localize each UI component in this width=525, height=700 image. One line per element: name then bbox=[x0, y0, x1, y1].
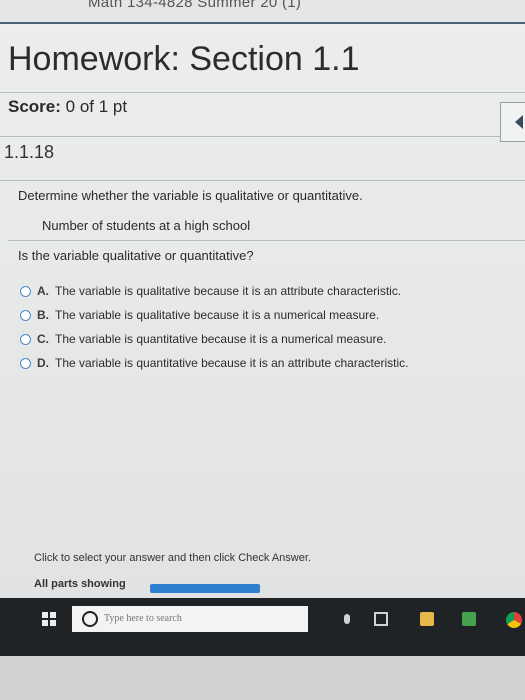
taskbar-search-box[interactable]: Type here to search bbox=[72, 606, 308, 632]
collapse-panel-button[interactable] bbox=[500, 102, 525, 142]
arrow-left-icon bbox=[515, 115, 523, 129]
windows-start-icon[interactable] bbox=[42, 612, 56, 626]
divider bbox=[0, 180, 525, 181]
option-letter: C. bbox=[37, 332, 49, 346]
answer-option-d[interactable]: D. The variable is quantitative because … bbox=[20, 356, 409, 370]
microphone-icon[interactable] bbox=[344, 614, 350, 624]
divider bbox=[0, 92, 525, 93]
radio-button[interactable] bbox=[20, 285, 31, 297]
windows-taskbar: Type here to search bbox=[0, 598, 525, 656]
radio-button[interactable] bbox=[20, 333, 31, 345]
divider bbox=[0, 136, 500, 137]
course-title: Math 134-4828 Summer 20 (1) bbox=[88, 0, 302, 11]
answer-instruction: Click to select your answer and then cli… bbox=[34, 552, 311, 564]
option-text: The variable is qualitative because it i… bbox=[55, 284, 402, 298]
radio-button[interactable] bbox=[20, 357, 31, 369]
parts-progress-bar bbox=[150, 584, 260, 593]
browser-screen: Math 134-4828 Summer 20 (1) Homework: Se… bbox=[0, 0, 525, 660]
option-letter: B. bbox=[37, 308, 49, 322]
file-explorer-icon[interactable] bbox=[420, 612, 434, 626]
task-view-icon[interactable] bbox=[374, 612, 388, 626]
answer-option-a[interactable]: A. The variable is qualitative because i… bbox=[20, 284, 401, 298]
divider bbox=[8, 240, 525, 241]
question-number: 1.1.18 bbox=[4, 142, 55, 162]
parts-showing-label: All parts showing bbox=[34, 578, 126, 590]
score-label: Score: bbox=[8, 97, 61, 116]
store-icon[interactable] bbox=[462, 612, 476, 626]
answer-option-c[interactable]: C. The variable is quantitative because … bbox=[20, 332, 387, 346]
radio-button[interactable] bbox=[20, 309, 31, 321]
search-placeholder: Type here to search bbox=[104, 613, 182, 624]
score-value: 0 of 1 pt bbox=[65, 97, 128, 116]
homework-title: Homework: Section 1.1 bbox=[8, 40, 360, 78]
question-variable: Number of students at a high school bbox=[42, 218, 251, 233]
monitor-bezel bbox=[0, 656, 525, 700]
option-text: The variable is qualitative because it i… bbox=[55, 308, 380, 322]
question-ask: Is the variable qualitative or quantitat… bbox=[18, 248, 254, 263]
course-header: Math 134-4828 Summer 20 (1) bbox=[0, 0, 525, 24]
option-letter: D. bbox=[37, 356, 49, 370]
option-text: The variable is quantitative because it … bbox=[55, 332, 387, 346]
option-text: The variable is quantitative because it … bbox=[55, 356, 409, 370]
score: Score: 0 of 1 pt bbox=[8, 97, 127, 117]
search-icon bbox=[82, 611, 98, 627]
option-letter: A. bbox=[37, 284, 49, 298]
chrome-icon[interactable] bbox=[506, 612, 522, 628]
answer-option-b[interactable]: B. The variable is qualitative because i… bbox=[20, 308, 379, 322]
question-prompt: Determine whether the variable is qualit… bbox=[18, 188, 363, 203]
